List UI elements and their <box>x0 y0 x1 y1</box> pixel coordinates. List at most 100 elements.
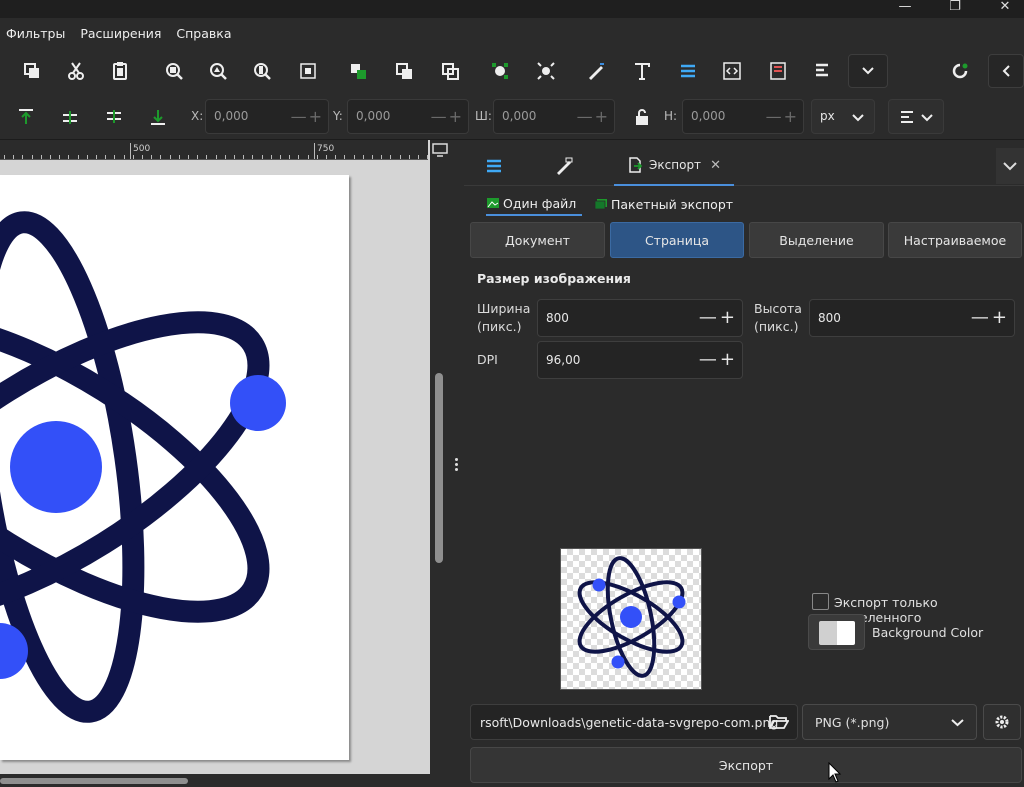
transform-icon[interactable] <box>532 58 560 84</box>
fill-stroke-icon[interactable] <box>582 58 610 84</box>
align-icon[interactable] <box>808 58 836 84</box>
clone-icon[interactable] <box>436 58 464 84</box>
xml-editor-icon[interactable] <box>718 58 746 84</box>
panel-splitter[interactable] <box>450 140 464 787</box>
horizontal-scrollbar[interactable] <box>0 774 450 787</box>
scale-options-icon <box>901 111 913 123</box>
ruler-tick <box>298 155 300 159</box>
dpi-stepper[interactable]: —+ <box>699 349 738 370</box>
width-field[interactable]: 800 —+ <box>537 299 743 337</box>
dock-menu-button[interactable] <box>996 148 1024 184</box>
area-selection-button[interactable]: Выделение <box>749 222 884 258</box>
horizontal-scroll-thumb[interactable] <box>0 778 188 784</box>
h-stepper[interactable]: —+ <box>766 107 799 126</box>
tab-single-file[interactable]: Один файл <box>486 192 583 216</box>
folder-open-icon[interactable] <box>769 714 789 730</box>
tab-batch-export-label: Пакетный экспорт <box>611 196 734 212</box>
height-label: Высота (пикс.) <box>754 301 802 334</box>
maximize-button[interactable]: ❐ <box>932 0 978 18</box>
format-select[interactable]: PNG (*.png) <box>802 704 977 740</box>
x-stepper[interactable]: —+ <box>291 107 324 126</box>
height-stepper[interactable]: —+ <box>971 307 1010 328</box>
snap-toggle-icon[interactable] <box>946 58 974 84</box>
cut-icon[interactable] <box>62 58 90 84</box>
atom-drawing <box>0 211 286 723</box>
y-stepper[interactable]: —+ <box>431 107 464 126</box>
export-dialog: Экспорт ✕ Один файл Пакетный экспорт Док… <box>464 140 1024 787</box>
ruler-tick <box>77 155 79 159</box>
background-color-button[interactable] <box>808 614 865 650</box>
minimize-button[interactable]: — <box>882 0 928 18</box>
lock-ratio-icon[interactable] <box>628 104 656 130</box>
tab-layers[interactable] <box>474 146 514 186</box>
chevron-down-icon <box>852 114 864 122</box>
selectors-icon[interactable] <box>764 58 792 84</box>
dpi-field[interactable]: 96,00 —+ <box>537 341 743 379</box>
ruler-tick <box>132 155 134 159</box>
area-document-button[interactable]: Документ <box>470 222 605 258</box>
canvas-area[interactable]: 500 750 <box>0 140 450 787</box>
lower-icon[interactable] <box>100 104 128 130</box>
transform-options-button[interactable] <box>888 99 944 134</box>
export-button[interactable]: Экспорт <box>470 747 1022 783</box>
tab-export[interactable]: Экспорт ✕ <box>614 146 734 186</box>
ruler-tick <box>142 155 143 159</box>
layers-icon <box>487 159 501 173</box>
horizontal-ruler: 500 750 <box>0 140 428 160</box>
ruler-tick <box>270 155 272 159</box>
mouse-cursor-icon <box>828 762 842 783</box>
ruler-tick <box>178 155 180 159</box>
w-value: 0,000 <box>502 109 537 123</box>
node-editor-icon[interactable] <box>486 58 514 84</box>
lower-to-bottom-icon[interactable] <box>144 104 172 130</box>
zoom-drawing-icon[interactable] <box>204 58 232 84</box>
x-value: 0,000 <box>214 109 249 123</box>
group-icon[interactable] <box>344 58 372 84</box>
export-settings-button[interactable] <box>983 704 1021 740</box>
zoom-page-icon[interactable] <box>248 58 276 84</box>
text-icon[interactable] <box>628 58 656 84</box>
chevron-down-icon <box>921 114 933 122</box>
h-field[interactable]: 0,000 —+ <box>682 99 804 134</box>
w-field[interactable]: 0,000 —+ <box>493 99 615 134</box>
zoom-selection-icon[interactable] <box>160 58 188 84</box>
copy-icon[interactable] <box>18 58 46 84</box>
display-mode-icon[interactable] <box>430 140 450 160</box>
zoom-fit-icon[interactable] <box>294 58 322 84</box>
area-custom-button[interactable]: Настраиваемое <box>888 222 1022 258</box>
width-label: Ширина (пикс.) <box>477 301 531 334</box>
export-selected-only-checkbox[interactable] <box>812 593 829 610</box>
splitter-handle-icon[interactable] <box>455 458 459 474</box>
width-stepper[interactable]: —+ <box>699 307 738 328</box>
ruler-tick <box>289 155 291 159</box>
filename-field[interactable]: rsoft\Downloads\genetic-data-svgrepo-com… <box>470 704 798 740</box>
menu-extensions[interactable]: Расширения <box>74 26 170 41</box>
raise-icon[interactable] <box>56 104 84 130</box>
tab-export-label: Экспорт <box>649 158 702 172</box>
menu-help[interactable]: Справка <box>170 26 240 41</box>
layers-icon[interactable] <box>674 58 702 84</box>
vertical-scrollbar[interactable] <box>430 158 450 787</box>
area-page-button[interactable]: Страница <box>610 222 744 258</box>
unit-select[interactable]: px <box>811 99 875 134</box>
document-page[interactable] <box>0 175 349 760</box>
tab-batch-export[interactable]: Пакетный экспорт <box>594 192 733 216</box>
ruler-tick <box>160 155 162 159</box>
close-window-button[interactable]: ✕ <box>982 0 1024 18</box>
fill-stroke-icon <box>557 157 573 175</box>
raise-to-top-icon[interactable] <box>12 104 40 130</box>
ungroup-icon[interactable] <box>390 58 418 84</box>
more-commands-button[interactable] <box>848 54 888 88</box>
collapse-snap-bar-button[interactable] <box>988 54 1024 88</box>
height-field[interactable]: 800 —+ <box>809 299 1015 337</box>
w-stepper[interactable]: —+ <box>577 107 610 126</box>
ruler-tick <box>123 155 125 159</box>
close-tab-icon[interactable]: ✕ <box>710 158 721 173</box>
tab-fill-stroke[interactable] <box>544 146 584 186</box>
vertical-scroll-thumb[interactable] <box>435 373 443 563</box>
x-field[interactable]: 0,000 —+ <box>205 99 329 134</box>
y-field[interactable]: 0,000 —+ <box>347 99 469 134</box>
menu-filters[interactable]: Фильтры <box>0 26 74 41</box>
paste-icon[interactable] <box>106 58 134 84</box>
ruler-tick <box>114 155 116 159</box>
